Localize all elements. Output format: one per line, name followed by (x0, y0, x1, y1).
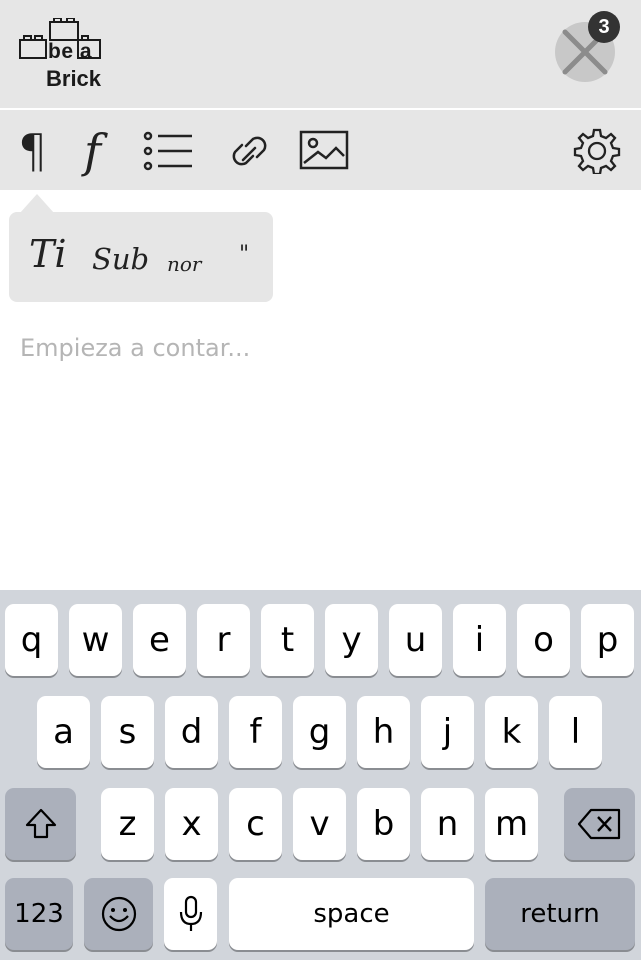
link-button[interactable] (222, 128, 276, 174)
app-header: be a Brick 3 (0, 0, 641, 110)
paragraph-icon: ¶ (18, 124, 48, 178)
key-o[interactable]: o (517, 604, 570, 676)
notification-badge: 3 (588, 11, 620, 43)
be-a-brick-logo: be a Brick (18, 18, 118, 94)
emoji-key[interactable] (84, 878, 153, 950)
space-key[interactable]: space (229, 878, 474, 950)
key-v[interactable]: v (293, 788, 346, 860)
return-key[interactable]: return (485, 878, 635, 950)
key-f[interactable]: f (229, 696, 282, 768)
key-s[interactable]: s (101, 696, 154, 768)
key-u[interactable]: u (389, 604, 442, 676)
key-j[interactable]: j (421, 696, 474, 768)
formatting-toolbar: ¶ f (0, 110, 641, 190)
key-e[interactable]: e (133, 604, 186, 676)
key-r[interactable]: r (197, 604, 250, 676)
key-k[interactable]: k (485, 696, 538, 768)
key-d[interactable]: d (165, 696, 218, 768)
text-style-popover: Ti Sub nor " (9, 212, 273, 302)
key-z[interactable]: z (101, 788, 154, 860)
style-title-option[interactable]: Ti (29, 232, 67, 276)
gear-icon (573, 128, 621, 176)
shift-icon (25, 808, 56, 839)
key-n[interactable]: n (421, 788, 474, 860)
font-icon: f (84, 124, 102, 178)
logo-text-brick: Brick (46, 66, 102, 91)
image-icon (299, 130, 349, 170)
key-b[interactable]: b (357, 788, 410, 860)
key-m[interactable]: m (485, 788, 538, 860)
emoji-icon (101, 896, 136, 932)
key-y[interactable]: y (325, 604, 378, 676)
style-quote-option[interactable]: " (239, 242, 249, 267)
delete-key[interactable] (564, 788, 635, 860)
microphone-icon (179, 895, 202, 931)
list-button[interactable] (142, 128, 196, 174)
logo-text-be-a: be a (48, 40, 93, 63)
key-l[interactable]: l (549, 696, 602, 768)
key-q[interactable]: q (5, 604, 58, 676)
settings-button[interactable] (570, 128, 624, 176)
key-p[interactable]: p (581, 604, 634, 676)
shift-key[interactable] (5, 788, 76, 860)
paragraph-style-button[interactable]: ¶ (12, 124, 66, 178)
font-button[interactable]: f (74, 124, 128, 178)
key-c[interactable]: c (229, 788, 282, 860)
numbers-key[interactable]: 123 (5, 878, 73, 950)
image-button[interactable] (298, 128, 352, 174)
popover-arrow (20, 194, 54, 213)
story-text-editor[interactable]: Empieza a contar... (20, 334, 250, 362)
on-screen-keyboard: q w e r t y u i o p a s d f g h j k l z … (0, 590, 641, 960)
link-icon (232, 136, 267, 166)
dictation-key[interactable] (164, 878, 217, 950)
key-a[interactable]: a (37, 696, 90, 768)
style-subtitle-option[interactable]: Sub (92, 242, 149, 276)
style-normal-option[interactable]: nor (167, 252, 201, 276)
key-x[interactable]: x (165, 788, 218, 860)
key-w[interactable]: w (69, 604, 122, 676)
key-t[interactable]: t (261, 604, 314, 676)
key-i[interactable]: i (453, 604, 506, 676)
key-h[interactable]: h (357, 696, 410, 768)
backspace-icon (577, 808, 620, 840)
list-icon (143, 131, 192, 171)
key-g[interactable]: g (293, 696, 346, 768)
